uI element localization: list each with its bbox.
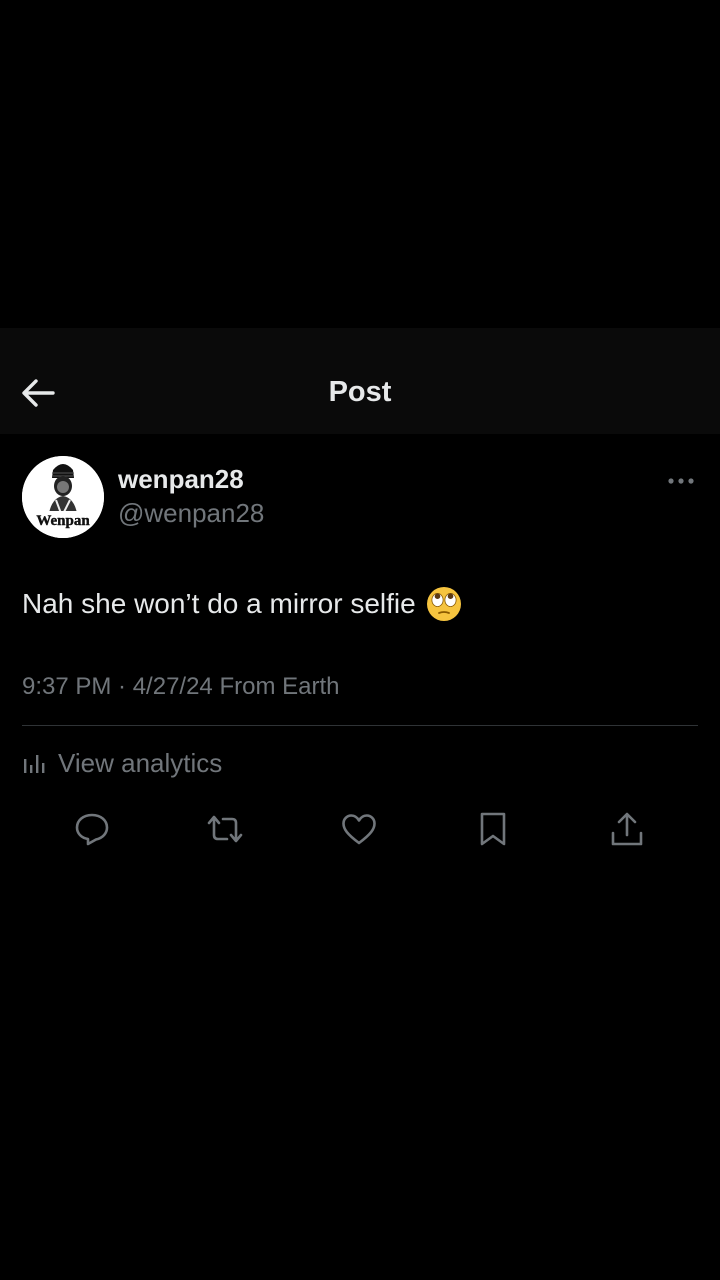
bookmark-button[interactable] [470, 806, 516, 852]
bookmark-icon [480, 812, 506, 846]
rolling-eyes-emoji-icon [426, 587, 461, 621]
post-actions-bar [0, 806, 720, 852]
page-title: Post [328, 376, 392, 408]
top-bar: Post [0, 328, 720, 434]
display-name[interactable]: wenpan28 [118, 464, 244, 495]
view-analytics-link[interactable]: View analytics [22, 746, 222, 780]
more-options-button[interactable] [664, 470, 698, 492]
user-handle[interactable]: @wenpan28 [118, 498, 264, 529]
avatar-image: Wenpan [22, 456, 104, 538]
share-icon [611, 812, 643, 846]
avatar-label: Wenpan [36, 513, 90, 529]
share-button[interactable] [604, 806, 650, 852]
more-horizontal-icon [668, 478, 694, 484]
repost-button[interactable] [202, 806, 248, 852]
view-analytics-label: View analytics [58, 747, 223, 778]
repost-icon [207, 815, 243, 843]
avatar[interactable]: Wenpan [22, 456, 104, 538]
reply-icon [75, 813, 109, 846]
divider [22, 725, 698, 726]
post-text: Nah she won’t do a mirror selfie [22, 588, 416, 619]
bar-chart-icon [24, 755, 45, 773]
like-icon [342, 814, 376, 845]
reply-button[interactable] [69, 806, 115, 852]
post-body: Nah she won’t do a mirror selfie [22, 586, 462, 622]
like-button[interactable] [336, 806, 382, 852]
post-timestamp: 9:37 PM · 4/27/24 From Earth [22, 673, 340, 700]
